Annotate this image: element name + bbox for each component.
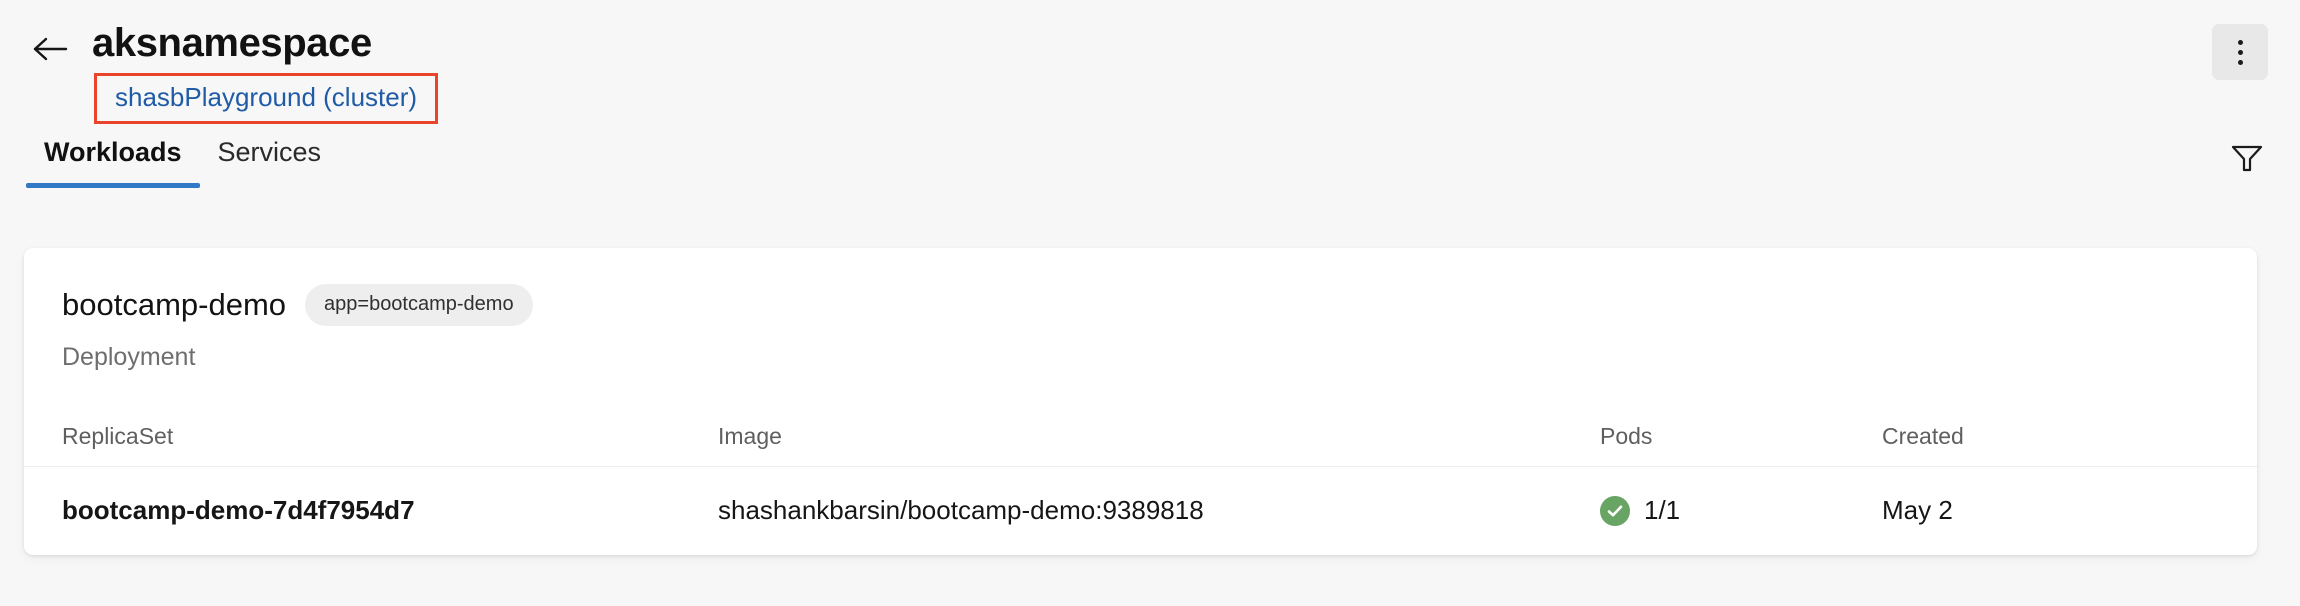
tab-list: Workloads Services [26, 138, 340, 188]
column-header-pods: Pods [1600, 423, 1653, 449]
check-circle-icon [1600, 495, 1630, 526]
workload-kind: Deployment [62, 343, 196, 371]
workload-card-header: bootcamp-demo app=bootcamp-demo Deployme… [24, 248, 2257, 372]
workload-card: bootcamp-demo app=bootcamp-demo Deployme… [24, 248, 2257, 555]
cell-image: shashankbarsin/bootcamp-demo:9389818 [718, 495, 1204, 525]
cell-created: May 2 [1882, 495, 1953, 525]
cell-pods: 1/1 [1600, 495, 1882, 526]
page-title: aksnamespace [92, 21, 372, 65]
filter-button[interactable] [2226, 142, 2268, 188]
tab-services[interactable]: Services [200, 138, 340, 188]
filter-funnel-icon [2230, 142, 2264, 174]
cell-replicaset-name: bootcamp-demo-7d4f7954d7 [62, 495, 415, 525]
more-vertical-icon [2237, 39, 2243, 65]
title-block: aksnamespace shasbPlayground (cluster) [92, 22, 2212, 124]
header-row: aksnamespace shasbPlayground (cluster) [0, 0, 2300, 124]
cluster-link-annotation: shasbPlayground (cluster) [94, 73, 439, 124]
back-button[interactable] [30, 28, 72, 70]
column-header-replicaset: ReplicaSet [62, 423, 174, 449]
tab-workloads[interactable]: Workloads [26, 138, 200, 188]
workload-name: bootcamp-demo [62, 286, 287, 322]
replicaset-table: ReplicaSet Image Pods Created bootcamp-d… [24, 408, 2257, 555]
column-header-image: Image [718, 423, 782, 449]
workload-label-badge: app=bootcamp-demo [305, 284, 533, 326]
page-header: aksnamespace shasbPlayground (cluster) [0, 0, 2300, 124]
table-row[interactable]: bootcamp-demo-7d4f7954d7 shashankbarsin/… [24, 467, 2257, 555]
more-options-button[interactable] [2212, 24, 2268, 80]
table-header-row: ReplicaSet Image Pods Created [24, 408, 2257, 467]
workload-title-row: bootcamp-demo app=bootcamp-demo [62, 284, 2257, 326]
pods-ready-count: 1/1 [1644, 495, 1681, 525]
arrow-left-icon [31, 34, 71, 64]
cluster-link[interactable]: shasbPlayground (cluster) [115, 82, 417, 112]
tabs-bar: Workloads Services [0, 124, 2300, 188]
column-header-created: Created [1882, 423, 1964, 449]
